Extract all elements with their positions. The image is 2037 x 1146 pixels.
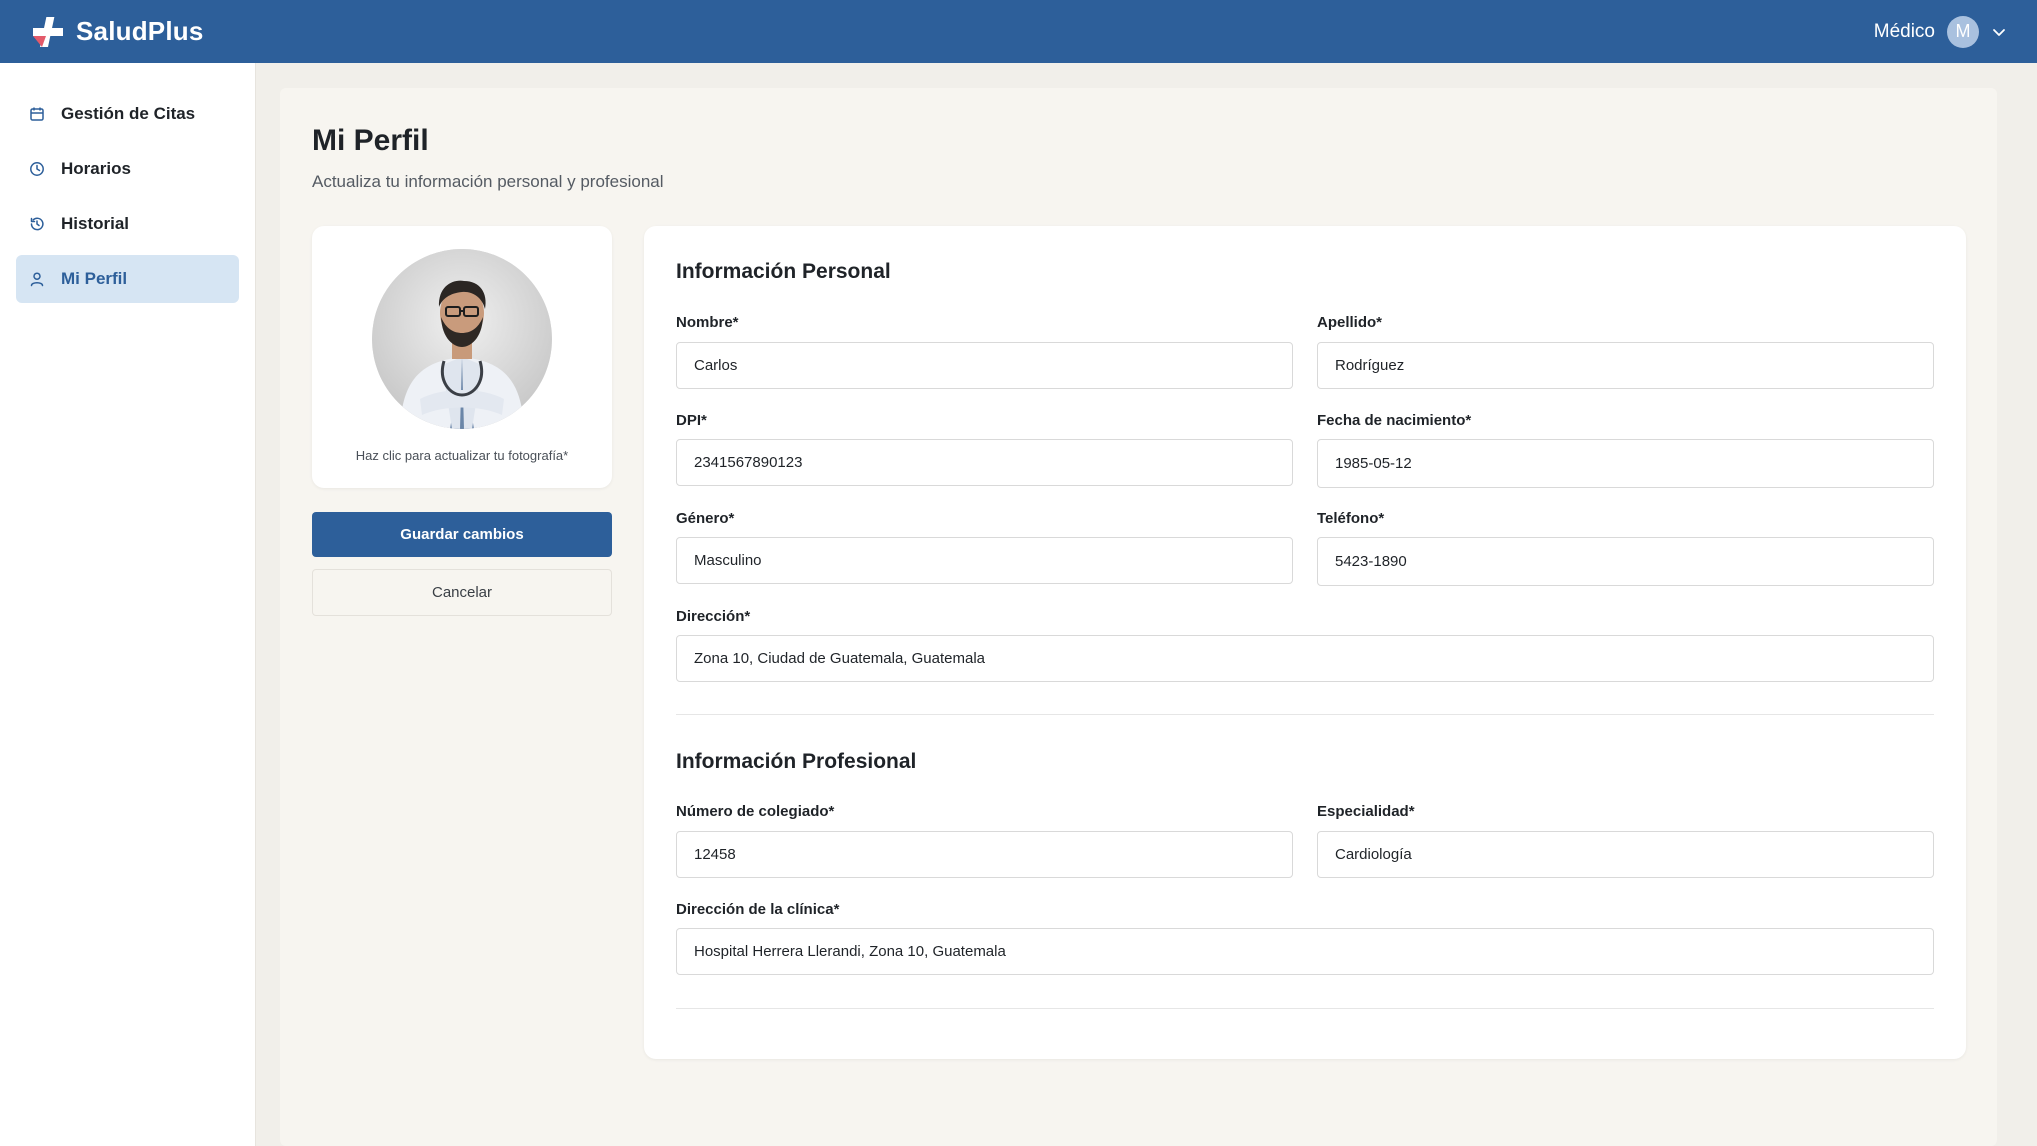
user-icon [30, 272, 44, 287]
profile-form-card: Información Personal Nombre* Apellido* D… [644, 226, 1966, 1059]
sidebar-item-label: Gestión de Citas [61, 104, 196, 123]
user-menu[interactable]: Médico M [1873, 15, 2007, 48]
save-button[interactable]: Guardar cambios [312, 512, 612, 557]
dpi-label: DPI* [676, 412, 707, 429]
brand[interactable]: SaludPlus [30, 14, 204, 50]
sidebar: Gestión de Citas Horarios Historial Mi P… [0, 63, 256, 1146]
user-role: Médico [1873, 20, 1935, 42]
apellido-input[interactable] [1317, 342, 1934, 389]
nombre-input[interactable] [676, 342, 1293, 389]
clock-icon [30, 162, 44, 176]
fecha-nacimiento-input[interactable] [1317, 439, 1934, 488]
sidebar-item-mi-perfil[interactable]: Mi Perfil [16, 255, 239, 303]
history-icon [30, 217, 44, 231]
cancel-button[interactable]: Cancelar [312, 569, 612, 616]
brand-name: SaludPlus [76, 16, 204, 46]
fecha-nacimiento-label: Fecha de nacimiento* [1317, 412, 1472, 429]
dpi-input[interactable] [676, 439, 1293, 486]
photo-hint: Haz clic para actualizar tu fotografía* [355, 448, 569, 463]
page-subtitle: Actualiza tu información personal y prof… [312, 172, 664, 191]
sidebar-item-label: Historial [61, 214, 130, 233]
section-divider [676, 1008, 1934, 1009]
calendar-icon [30, 107, 44, 121]
sidebar-item-historial[interactable]: Historial [16, 200, 239, 248]
apellido-label: Apellido* [1317, 314, 1383, 331]
telefono-label: Teléfono* [1317, 510, 1385, 527]
colegiado-label: Número de colegiado* [676, 803, 835, 820]
sidebar-item-horarios[interactable]: Horarios [16, 145, 239, 193]
doctor-photo-illustration [372, 249, 552, 429]
section-divider [676, 714, 1934, 715]
genero-label: Género* [676, 510, 735, 527]
profile-photo-card[interactable]: Haz clic para actualizar tu fotografía* [312, 226, 612, 488]
especialidad-input[interactable] [1317, 831, 1934, 878]
section-title-personal: Información Personal [676, 260, 891, 283]
colegiado-input[interactable] [676, 831, 1293, 878]
genero-input[interactable] [676, 537, 1293, 584]
page-title: Mi Perfil [312, 124, 429, 157]
sidebar-item-label: Horarios [61, 159, 131, 178]
sidebar-item-label: Mi Perfil [61, 269, 128, 288]
avatar[interactable]: M [1947, 15, 1979, 48]
main-panel: Mi Perfil Actualiza tu información perso… [280, 88, 1997, 1146]
telefono-input[interactable] [1317, 537, 1934, 586]
nombre-label: Nombre* [676, 314, 739, 331]
direccion-label: Dirección* [676, 608, 751, 625]
clinica-label: Dirección de la clínica* [676, 901, 840, 918]
top-bar: SaludPlus Médico M [0, 0, 2037, 63]
profile-photo[interactable] [372, 249, 552, 429]
especialidad-label: Especialidad* [1317, 803, 1415, 820]
clinica-input[interactable] [676, 928, 1934, 975]
section-title-profesional: Información Profesional [676, 750, 917, 773]
brand-logo-icon [33, 16, 63, 47]
sidebar-item-gestion-citas[interactable]: Gestión de Citas [16, 90, 239, 138]
chevron-down-icon[interactable] [1991, 24, 2007, 40]
direccion-input[interactable] [676, 635, 1934, 682]
